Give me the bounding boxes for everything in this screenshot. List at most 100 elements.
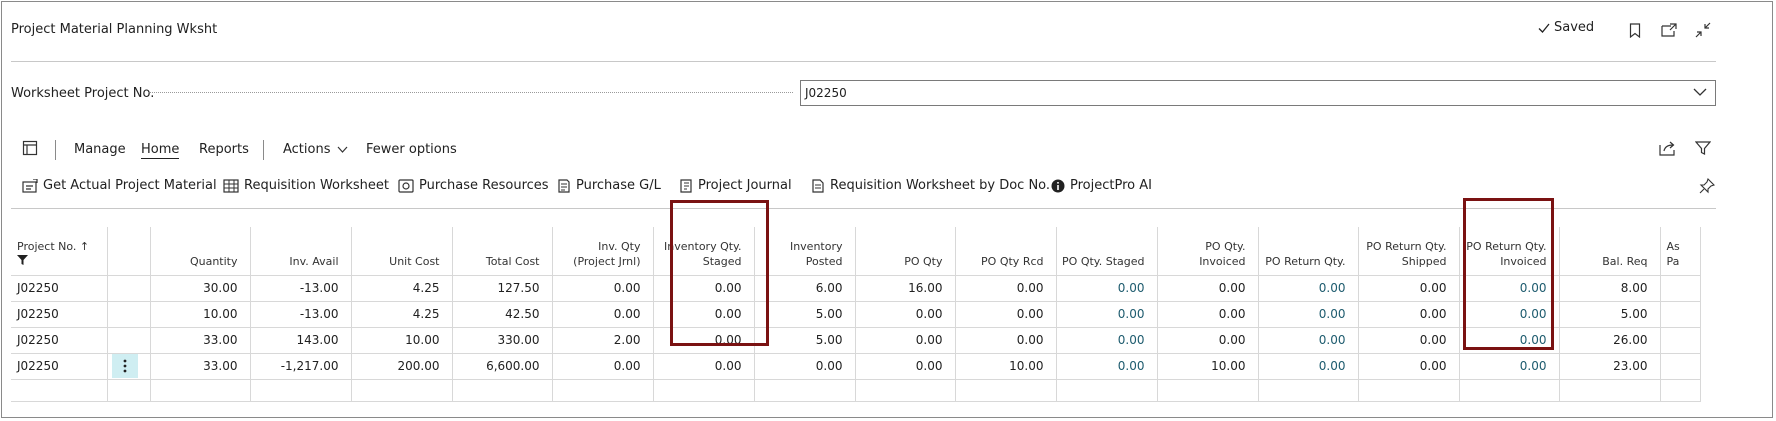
cell-inventory-qty-staged[interactable]: 0.00 [653,274,755,301]
cell-po-return-qty-shipped[interactable]: 0.00 [1358,326,1460,353]
row-actions-cell[interactable] [107,352,151,379]
col-po-qty-invoiced[interactable]: PO Qty. Invoiced [1157,227,1259,275]
col-po-qty[interactable]: PO Qty [855,227,956,275]
menu-reports[interactable]: Reports [199,142,249,157]
requisition-worksheet-by-doc-button[interactable]: Requisition Worksheet by Doc No. [811,178,1050,193]
empty-cell[interactable] [754,378,856,402]
empty-cell[interactable] [552,378,654,402]
cell-unit-cost[interactable]: 10.00 [351,326,453,353]
cell-total-cost[interactable]: 127.50 [452,274,553,301]
get-actual-project-material-button[interactable]: Get Actual Project Material [22,178,217,193]
cell-po-return-qty-shipped[interactable]: 0.00 [1358,300,1460,327]
menu-manage[interactable]: Manage [74,142,126,157]
col-inv-qty-project-jrnl[interactable]: Inv. Qty (Project Jrnl) [552,227,654,275]
purchase-gl-button[interactable]: Purchase G/L [557,178,661,193]
new-line-row[interactable] [11,378,1701,402]
empty-cell[interactable] [351,378,453,402]
cell-po-qty-rcd[interactable]: 0.00 [955,274,1057,301]
cell-quantity[interactable]: 33.00 [150,326,251,353]
pin-icon[interactable] [1699,178,1715,194]
col-inventory-posted[interactable]: Inventory Posted [754,227,856,275]
cell-project-no[interactable]: J02250 [11,352,108,379]
cell-inv-avail[interactable]: -13.00 [250,300,352,327]
table-row[interactable]: J02250 33.00 -1,217.00 200.00 6,600.00 0.00 0.… [11,352,1701,379]
empty-cell[interactable] [653,378,755,402]
cell-inv-qty-project-jrnl[interactable]: 0.00 [552,352,654,379]
cell-quantity[interactable]: 10.00 [150,300,251,327]
table-row[interactable]: J02250 33.00 143.00 10.00 330.00 2.00 0.00 5.00… [11,326,1701,353]
empty-cell[interactable] [1559,378,1661,402]
cell-inventory-posted[interactable]: 5.00 [754,300,856,327]
cell-bal-req[interactable]: 23.00 [1559,352,1661,379]
col-po-return-qty[interactable]: PO Return Qty. [1258,227,1359,275]
cell-po-return-qty-invoiced[interactable]: 0.00 [1459,326,1560,353]
cell-project-no[interactable]: J02250 [11,300,108,327]
cell-inventory-qty-staged[interactable]: 0.00 [653,300,755,327]
cell-inv-avail[interactable]: -13.00 [250,274,352,301]
cell-unit-cost[interactable]: 4.25 [351,274,453,301]
bookmark-icon[interactable] [1624,19,1646,41]
col-po-qty-staged[interactable]: PO Qty. Staged [1056,227,1158,275]
cell-po-qty-invoiced[interactable]: 0.00 [1157,300,1259,327]
menu-actions[interactable]: Actions [283,142,348,157]
col-cut-off[interactable]: As Pa [1660,227,1701,275]
col-total-cost[interactable]: Total Cost [452,227,553,275]
cell-po-qty-staged[interactable]: 0.00 [1056,352,1158,379]
cell-po-qty[interactable]: 0.00 [855,352,956,379]
share-icon[interactable] [1659,140,1677,160]
cell-inventory-posted[interactable]: 5.00 [754,326,856,353]
cell-unit-cost[interactable]: 4.25 [351,300,453,327]
row-actions-cell[interactable] [107,326,151,353]
cell-po-qty-invoiced[interactable]: 0.00 [1157,274,1259,301]
requisition-worksheet-button[interactable]: Requisition Worksheet [223,178,389,193]
cell-inventory-posted[interactable]: 0.00 [754,352,856,379]
cell-po-return-qty-invoiced[interactable]: 0.00 [1459,352,1560,379]
cell-inv-qty-project-jrnl[interactable]: 0.00 [552,300,654,327]
more-options-icon[interactable] [111,354,138,378]
empty-cell[interactable] [250,378,352,402]
cell-project-no[interactable]: J02250 [11,274,108,301]
cell-inv-qty-project-jrnl[interactable]: 2.00 [552,326,654,353]
cell-po-return-qty-invoiced[interactable]: 0.00 [1459,274,1560,301]
cell-po-qty-staged[interactable]: 0.00 [1056,300,1158,327]
cell-po-qty-invoiced[interactable]: 0.00 [1157,326,1259,353]
empty-cell[interactable] [1056,378,1158,402]
page-view-icon[interactable] [22,140,38,160]
empty-cell[interactable] [1157,378,1259,402]
cell-unit-cost[interactable]: 200.00 [351,352,453,379]
col-bal-req[interactable]: Bal. Req [1559,227,1661,275]
cell-po-return-qty-shipped[interactable]: 0.00 [1358,274,1460,301]
empty-cell[interactable] [1258,378,1359,402]
empty-cell[interactable] [107,378,151,402]
cell-total-cost[interactable]: 42.50 [452,300,553,327]
col-project-no[interactable]: Project No. ↑ [11,227,108,275]
projectpro-ai-button[interactable]: ProjectPro AI [1051,178,1152,193]
cell-po-qty-invoiced[interactable]: 10.00 [1157,352,1259,379]
cell-total-cost[interactable]: 330.00 [452,326,553,353]
col-quantity[interactable]: Quantity [150,227,251,275]
cell-po-qty-rcd[interactable]: 0.00 [955,326,1057,353]
cell-po-qty-rcd[interactable]: 10.00 [955,352,1057,379]
cell-po-qty[interactable]: 0.00 [855,326,956,353]
cell-po-return-qty[interactable]: 0.00 [1258,274,1359,301]
cell-inv-avail[interactable]: 143.00 [250,326,352,353]
cell-inventory-qty-staged[interactable]: 0.00 [653,326,755,353]
col-po-return-qty-invoiced[interactable]: PO Return Qty. Invoiced [1459,227,1560,275]
worksheet-project-no-select[interactable]: J02250 [800,80,1716,106]
col-po-return-qty-shipped[interactable]: PO Return Qty. Shipped [1358,227,1460,275]
purchase-resources-button[interactable]: Purchase Resources [398,178,549,193]
empty-cell[interactable] [1358,378,1460,402]
cell-quantity[interactable]: 33.00 [150,352,251,379]
empty-cell[interactable] [452,378,553,402]
menu-fewer-options[interactable]: Fewer options [366,142,457,157]
col-inv-avail[interactable]: Inv. Avail [250,227,352,275]
cell-project-no[interactable]: J02250 [11,326,108,353]
empty-cell[interactable] [1660,378,1701,402]
cell-inv-qty-project-jrnl[interactable]: 0.00 [552,274,654,301]
cell-inventory-posted[interactable]: 6.00 [754,274,856,301]
cell-bal-req[interactable]: 26.00 [1559,326,1661,353]
empty-cell[interactable] [855,378,956,402]
cell-po-qty-rcd[interactable]: 0.00 [955,300,1057,327]
cell-bal-req[interactable]: 8.00 [1559,274,1661,301]
cell-po-qty[interactable]: 0.00 [855,300,956,327]
